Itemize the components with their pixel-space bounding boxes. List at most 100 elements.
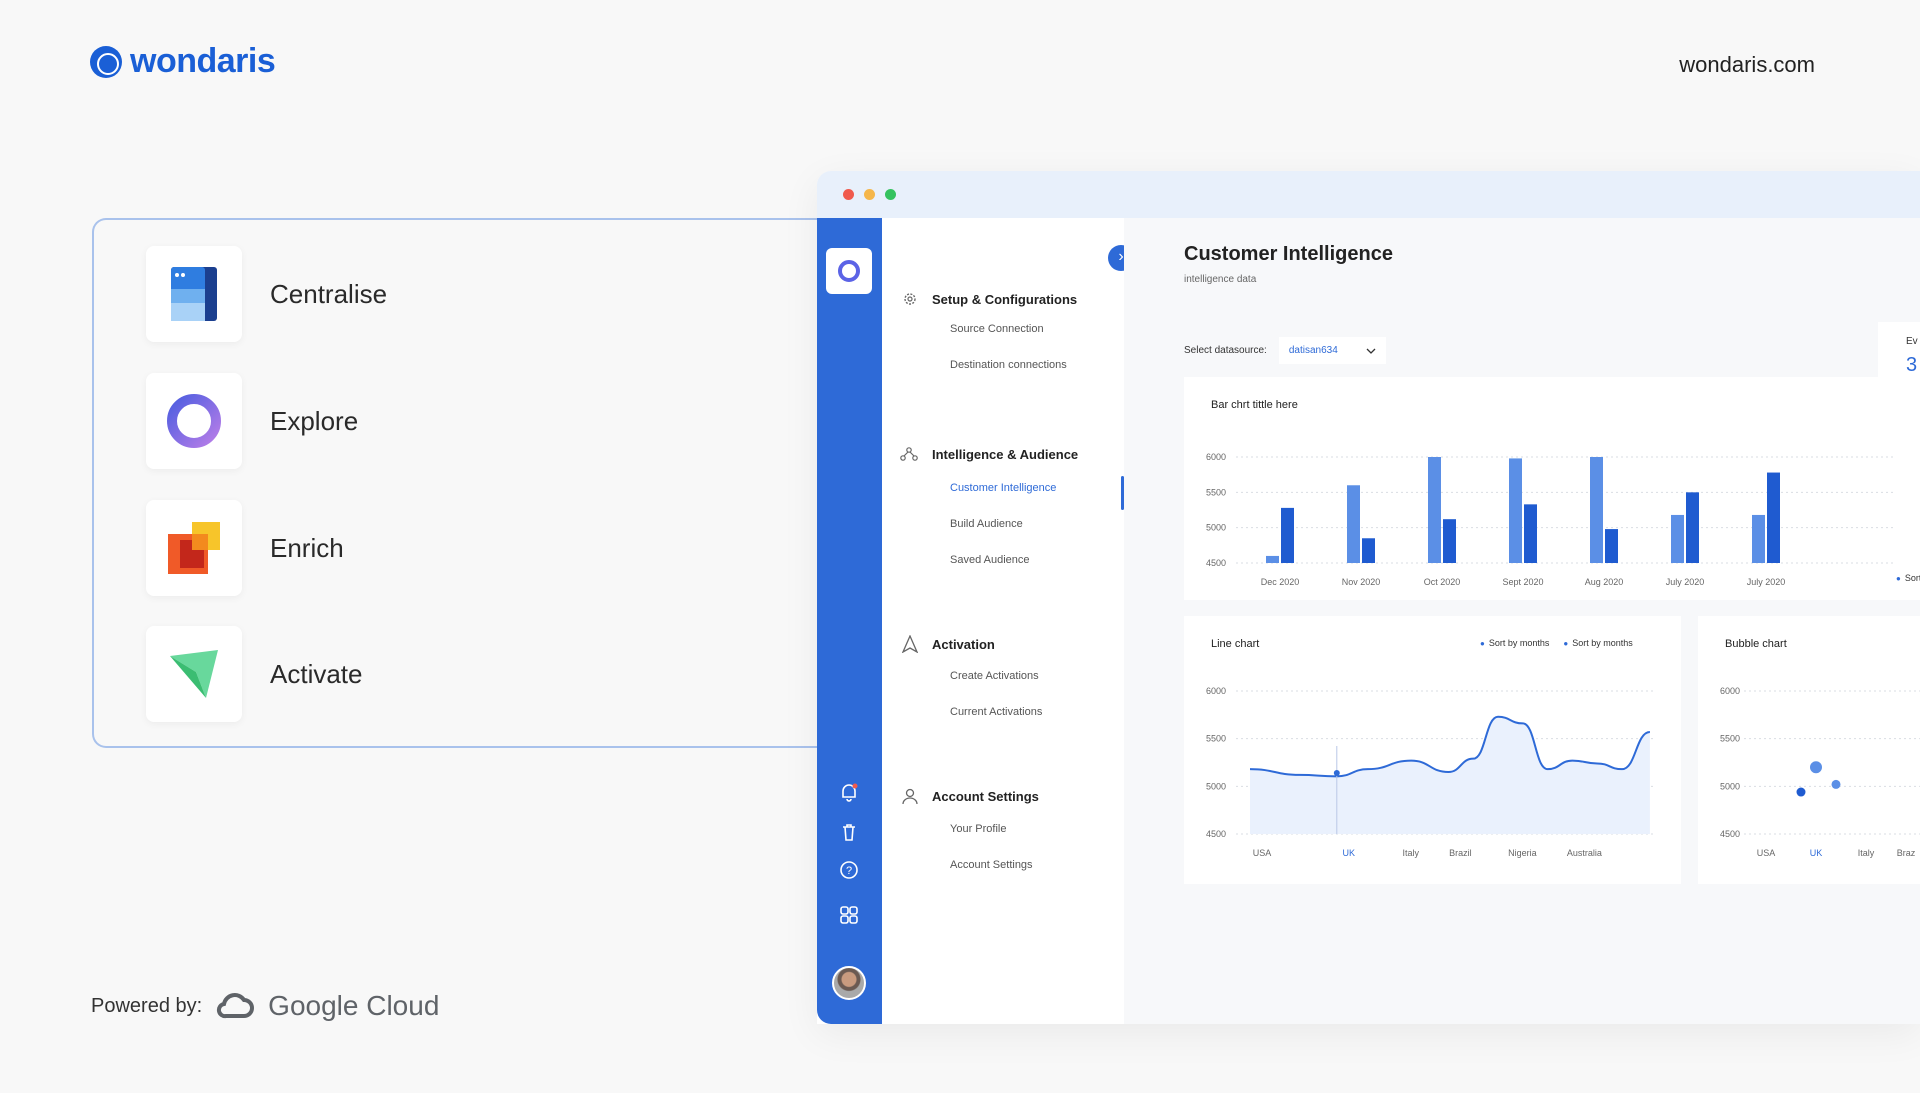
google-cloud-icon [217,993,255,1019]
bar [1590,457,1603,563]
nav-section-title: Activation [932,636,995,652]
bubble [1831,779,1841,789]
nav-item-customer-intelligence[interactable]: Customer Intelligence [950,482,1056,494]
close-window-dot[interactable] [843,189,854,200]
nav-item-build-audience[interactable]: Build Audience [950,518,1023,530]
stacked-squares-icon [146,500,242,596]
nav-item-destination-connections[interactable]: Destination connections [950,359,1067,371]
line-chart-card: Line chart Sort by months Sort by months… [1184,616,1681,884]
x-tick-label: Brazil [1449,848,1472,858]
y-tick-label: 4500 [1206,829,1226,839]
icon-rail: ? [817,218,882,1024]
bar [1509,458,1522,563]
gear-icon [904,293,916,305]
y-tick-label: 5000 [1720,781,1740,791]
nav-section-account[interactable]: Account Settings [902,788,1039,804]
x-tick-label: UK [1343,848,1356,858]
x-tick-label: Australia [1567,848,1602,858]
page-subtitle: intelligence data [1184,274,1257,285]
x-tick-label: Italy [1403,848,1420,858]
y-tick-label: 5000 [1206,523,1226,533]
step-centralise: Centralise [146,246,387,342]
trash-icon[interactable] [838,821,860,843]
brand-logo[interactable]: wondaris [90,42,276,81]
browser-window-icon [146,246,242,342]
maximize-window-dot[interactable] [885,189,896,200]
y-tick-label: 6000 [1720,686,1740,696]
datasource-row: Select datasource: datisan634 [1184,337,1386,364]
bar [1281,507,1294,563]
features-panel: Centralise Explore Enrich Activate [92,218,832,748]
nav-section-intelligence[interactable]: Intelligence & Audience [900,446,1078,462]
bubble [1796,787,1806,797]
line-chart: 4500 5000 5500 6000 USA UK Italy Brazil Nigeria A… [1206,686,1656,858]
nav-section-activation[interactable]: Activation [902,635,995,653]
nav-section-setup[interactable]: Setup & Configurations [902,291,1077,307]
bar [1347,485,1360,563]
step-activate: Activate [146,626,363,722]
step-explore: Explore [146,373,358,469]
y-tick-label: 6000 [1206,686,1226,696]
stat-label: Ev [1906,336,1918,347]
step-label: Explore [270,405,359,436]
step-enrich: Enrich [146,500,344,596]
window-titlebar [817,171,1920,218]
bar [1443,519,1456,563]
x-tick-label: Nigeria [1508,848,1537,858]
bar-chart: 4500 5000 5500 6000 Dec 2020 Nov 2020 Oct 2020… [1206,452,1896,587]
nav-item-account-settings[interactable]: Account Settings [950,859,1033,871]
bubble [1810,761,1822,774]
help-icon[interactable]: ? [838,859,860,881]
bar [1671,514,1684,563]
nav-item-saved-audience[interactable]: Saved Audience [950,554,1030,566]
page-title: Customer Intelligence [1184,243,1393,265]
chevron-down-icon [1366,348,1376,354]
app-logo-icon[interactable] [826,248,872,294]
x-tick-label: Italy [1858,848,1875,858]
x-tick-label: Braz [1897,848,1916,858]
x-tick-label: Oct 2020 [1424,577,1461,587]
step-label: Enrich [270,532,344,563]
bar [1266,555,1279,563]
bar-chart-legend[interactable]: Sort [1896,573,1920,583]
nav-item-source-connection[interactable]: Source Connection [950,323,1044,335]
x-tick-label: USA [1253,848,1272,858]
google-cloud-label: Google Cloud [268,990,440,1021]
apps-grid-icon[interactable] [838,904,860,926]
y-tick-label: 6000 [1206,452,1226,462]
nav-section-title: Setup & Configurations [932,291,1078,307]
hover-point [1333,769,1340,776]
wondaris-logo-icon [90,45,122,78]
y-tick-label: 5500 [1206,487,1226,497]
bell-icon[interactable] [838,781,860,803]
sidebar-nav: › Setup & Configurations Source Connecti… [882,218,1134,1024]
network-icon [900,447,918,461]
site-url-link[interactable]: wondaris.com [1679,52,1815,78]
bubble-chart: 4500 5000 5500 6000 USA UK Italy Braz [1720,686,1920,858]
bar [1767,472,1780,563]
bar [1428,457,1441,563]
datasource-value: datisan634 [1288,345,1338,356]
powered-by-label: Powered by: [91,994,203,1017]
x-tick-label: Dec 2020 [1261,577,1300,587]
app-window: ? › Setup & Configurations Source Connec… [817,171,1920,1024]
bar [1362,538,1375,563]
bubble-chart-card: Bubble chart 4500 5000 5500 6000 USA UK Italy B… [1698,616,1920,884]
x-tick-label: Aug 2020 [1585,577,1624,587]
svg-text:?: ? [846,865,852,877]
main-content: Customer Intelligence intelligence data … [1124,218,1920,1024]
stat-value: 3 [1906,354,1918,376]
user-icon [902,788,918,804]
powered-by: Powered by: Google Cloud [91,990,439,1022]
nav-item-your-profile[interactable]: Your Profile [950,823,1006,835]
user-avatar[interactable] [832,966,866,1000]
nav-item-create-activations[interactable]: Create Activations [950,670,1039,682]
y-tick-label: 5500 [1720,734,1740,744]
datasource-select[interactable]: datisan634 [1278,337,1386,364]
y-tick-label: 5000 [1206,781,1226,791]
x-tick-label: Sept 2020 [1502,577,1543,587]
minimize-window-dot[interactable] [864,189,875,200]
nav-section-title: Intelligence & Audience [932,446,1079,462]
paper-plane-icon [146,626,242,722]
nav-item-current-activations[interactable]: Current Activations [950,706,1042,718]
